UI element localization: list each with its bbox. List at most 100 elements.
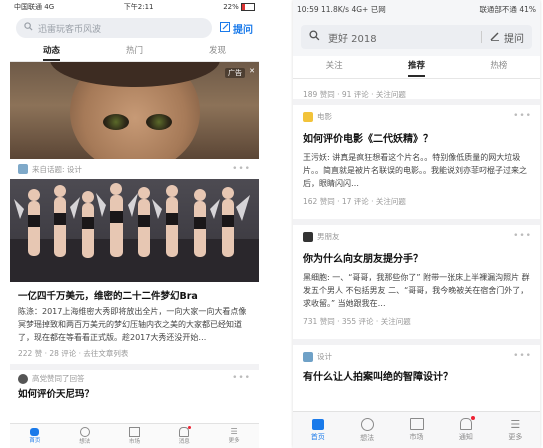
topic-icon: [18, 164, 28, 174]
nav-thoughts[interactable]: 想法: [60, 424, 110, 448]
status-battery: 41%: [519, 4, 536, 14]
ask-label: 提问: [233, 24, 253, 36]
next-title[interactable]: 如何评价天尼玛？: [18, 386, 251, 400]
prev-card-meta: 189 赞同 · 91 评论 · 关注问题: [303, 90, 406, 99]
market-icon: [409, 418, 424, 430]
card2-meta: 731 赞同 · 355 评论 · 关注问题: [303, 317, 411, 326]
tab-recommend[interactable]: 推荐: [375, 56, 457, 78]
ask-label: 提问: [504, 33, 524, 45]
card2-topic[interactable]: 男朋友: [317, 231, 340, 242]
search-input[interactable]: 迅雷玩客币风波: [16, 18, 212, 38]
more-icon-2[interactable]: •••: [232, 373, 251, 383]
phone-left: 中国联通 4G 下午2:11 22% 迅雷玩客币风波 提问 动态 热门 发现 广…: [10, 0, 259, 448]
more-icon[interactable]: •••: [232, 164, 251, 174]
status-speed: 11.8K/s: [321, 4, 350, 14]
feed-card-1[interactable]: 电影 ••• 如何评价电影《二代妖精》？ 王污妖: 讲真是疯狂想看这个片名。。特…: [293, 105, 540, 219]
more-icon[interactable]: •••: [513, 111, 532, 121]
battery-icon: [241, 3, 255, 11]
article-image[interactable]: [10, 179, 259, 282]
nav-messages[interactable]: 消息: [159, 424, 209, 448]
home-icon: [311, 418, 324, 430]
edit-icon: [220, 21, 230, 35]
ad-label: 广告: [225, 68, 245, 78]
card2-title[interactable]: 你为什么向女朋友提分手？: [303, 250, 530, 265]
status-battery: 22%: [223, 3, 239, 11]
article-meta: 222 赞 · 28 评论 · 去往文章列表: [18, 349, 129, 358]
top-header: 更好 2018 提问: [293, 18, 540, 56]
tab-dynamic[interactable]: 动态: [10, 42, 93, 61]
status-bar: 10:59 11.8K/s 4G+ 已网 联通部不通 41%: [293, 0, 540, 18]
card1-meta: 162 赞同 · 17 评论 · 关注问题: [303, 197, 406, 206]
status-bar: 中国联通 4G 下午2:11 22%: [10, 0, 259, 14]
design-icon: [303, 351, 313, 362]
ad-banner[interactable]: 广告 ✕: [10, 62, 259, 159]
phone-right: 10:59 11.8K/s 4G+ 已网 联通部不通 41% 更好 2018 提…: [293, 0, 540, 448]
prev-card-meta-row: 189 赞同 · 91 评论 · 关注问题: [293, 79, 540, 99]
market-icon: [128, 427, 140, 437]
more-icon-3[interactable]: •••: [513, 351, 532, 361]
next-by: 高党赞同了回答: [32, 374, 85, 383]
pencil-icon: [490, 31, 500, 44]
bottom-nav: 首页 想法 市场 消息 ☰ 更多: [10, 423, 259, 448]
status-time: 下午2:11: [123, 3, 154, 11]
nav-home[interactable]: 首页: [10, 424, 60, 448]
tab-hot[interactable]: 热门: [93, 42, 176, 61]
ad-eye-left: [103, 114, 129, 130]
card1-title[interactable]: 如何评价电影《二代妖精》？: [303, 130, 530, 145]
feed-tabs: 关注 推荐 热榜: [293, 56, 540, 79]
tab-hotlist[interactable]: 热榜: [458, 56, 540, 78]
topic-avatar-icon: [303, 231, 313, 242]
ad-close-icon[interactable]: ✕: [249, 67, 255, 75]
nav-thoughts[interactable]: 想法: [342, 412, 391, 448]
tab-follow[interactable]: 关注: [293, 56, 375, 78]
card1-excerpt[interactable]: 王污妖: 讲真是疯狂想看这个片名。。特别像低质量的网大垃圾片。。简直就是被片名联…: [303, 151, 530, 190]
status-carrier: 中国联通: [14, 3, 42, 11]
status-network: 4G+: [351, 4, 369, 14]
topic-row: 来自话题: 设计 •••: [10, 159, 259, 179]
search-placeholder: 迅雷玩客币风波: [38, 24, 102, 35]
search-input[interactable]: 更好 2018 提问: [301, 25, 532, 49]
search-placeholder: 更好 2018: [328, 33, 377, 45]
article-card[interactable]: 一亿四千万美元，维密的二十二件梦幻Bra 陈涤：2017上海维密大秀即将放出全片…: [10, 282, 259, 359]
article-title[interactable]: 一亿四千万美元，维密的二十二件梦幻Bra: [18, 288, 251, 302]
thoughts-icon: [360, 417, 374, 431]
more-icon-2[interactable]: •••: [513, 231, 532, 241]
status-network: 4G: [44, 3, 55, 11]
nav-more[interactable]: ☰ 更多: [491, 412, 540, 448]
search-icon: [309, 30, 320, 44]
menu-icon: ☰: [510, 417, 521, 431]
article-excerpt[interactable]: 陈涤：2017上海维密大秀即将放出全片，一向大家一向大看点像冥梦瑶掉致和两百万美…: [18, 305, 251, 345]
home-icon: [30, 428, 40, 436]
status-time: 10:59: [297, 4, 319, 14]
ask-button[interactable]: 提问: [220, 21, 253, 36]
bottom-nav: 首页 想法 市场 通知 ☰ 更多: [293, 411, 540, 448]
card1-topic[interactable]: 电影: [317, 111, 332, 122]
status-state: 已网: [370, 4, 386, 14]
movie-icon: [303, 111, 313, 122]
feed-card-2[interactable]: 男朋友 ••• 你为什么向女朋友提分手？ 黑细胞: 一、“哥哥，我那些你了” 附…: [293, 225, 540, 339]
nav-market[interactable]: 市场: [392, 412, 441, 448]
bell-icon: [179, 426, 192, 437]
next-card[interactable]: 高党赞同了回答 ••• 如何评价天尼玛？: [10, 370, 259, 403]
ask-button[interactable]: 提问: [490, 30, 524, 45]
menu-icon: ☰: [230, 427, 238, 436]
thoughts-icon: [79, 427, 90, 437]
feed-tabs: 动态 热门 发现: [10, 42, 259, 62]
runway-models-image: [10, 183, 259, 282]
avatar: [18, 373, 28, 384]
card3-topic[interactable]: 设计: [317, 351, 332, 362]
nav-market[interactable]: 市场: [110, 424, 160, 448]
nav-home[interactable]: 首页: [293, 412, 342, 448]
tab-discover[interactable]: 发现: [176, 42, 259, 61]
card2-excerpt[interactable]: 黑细胞: 一、“哥哥，我那些你了” 附带一张床上半裸漏沟照片 群发五个男人 不包…: [303, 271, 530, 310]
topic-label[interactable]: 来自话题: 设计: [32, 164, 82, 175]
top-header: 迅雷玩客币风波 提问: [10, 14, 259, 42]
nav-more[interactable]: ☰ 更多: [209, 424, 259, 448]
ad-hair: [50, 62, 220, 87]
feed-card-3[interactable]: 设计 ••• 有什么让人拍案叫绝的智障设计？: [293, 345, 540, 383]
status-carrier: 联通部不通: [479, 4, 517, 14]
nav-notifications[interactable]: 通知: [441, 412, 490, 448]
bell-icon: [459, 416, 475, 430]
ad-eye-right: [146, 114, 172, 130]
card3-title[interactable]: 有什么让人拍案叫绝的智障设计？: [303, 368, 530, 383]
